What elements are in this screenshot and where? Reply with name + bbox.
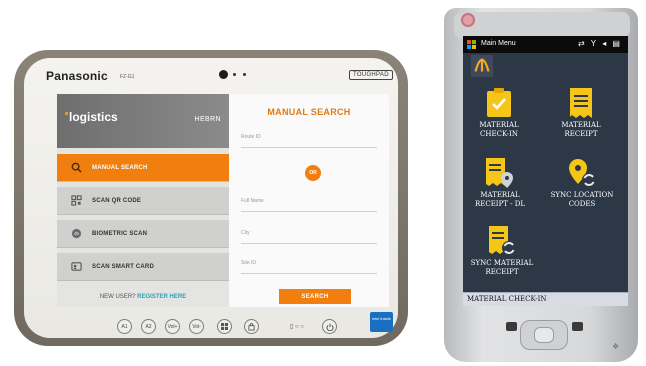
tile-label-line: CHECK-IN bbox=[480, 130, 518, 138]
rotation-lock-button[interactable] bbox=[244, 319, 259, 334]
register-link[interactable]: REGISTER HERE bbox=[137, 294, 186, 300]
selected-item-bar: MATERIAL CHECK-IN bbox=[463, 292, 628, 306]
full-name-field[interactable]: Full Name bbox=[241, 198, 377, 212]
manual-search-label: MANUAL SEARCH bbox=[92, 164, 148, 171]
tile-label-line: RECEIPT bbox=[485, 268, 519, 276]
tile-label-line: SYNC MATERIAL bbox=[470, 259, 534, 267]
biometric-scan-button[interactable]: BIOMETRIC SCAN bbox=[57, 220, 229, 248]
search-button[interactable]: SEARCH bbox=[279, 289, 351, 304]
a1-hardware-button[interactable]: A1 bbox=[117, 319, 132, 334]
scan-smart-card-button[interactable]: SCAN SMART CARD bbox=[57, 253, 229, 281]
tablet-model: FZ-G1 bbox=[120, 74, 135, 80]
or-separator: OR bbox=[305, 165, 321, 181]
intel-sticker: intel inside bbox=[370, 312, 393, 332]
qr-code-icon bbox=[70, 195, 82, 207]
rotation-lock-icon bbox=[248, 322, 255, 330]
volume-down-button[interactable]: Vol- bbox=[189, 319, 204, 334]
tablet-screen: logistics HEBRN MANUAL SEARCH SCAN QR CO… bbox=[57, 94, 389, 307]
new-user-prompt: NEW USER? REGISTER HERE bbox=[57, 294, 229, 300]
stage: Panasonic FZ-G1 TOUGHPAD logistics HEBRN… bbox=[0, 0, 646, 366]
main-menu-title: Main Menu bbox=[481, 40, 516, 47]
sync-receipt-icon bbox=[489, 226, 516, 255]
selected-item-label: MATERIAL CHECK-IN bbox=[467, 295, 547, 303]
smart-card-icon bbox=[70, 261, 82, 273]
new-user-text: NEW USER? bbox=[99, 294, 136, 300]
route-id-placeholder: Route ID bbox=[241, 134, 261, 140]
power-button[interactable] bbox=[322, 319, 337, 334]
status-icons: ⇄ Y ◂ ▤ bbox=[578, 39, 622, 48]
brand-logo-icon bbox=[471, 55, 493, 77]
camera-icon bbox=[219, 70, 228, 79]
site-id-field[interactable]: Site ID bbox=[241, 260, 377, 274]
language-toggle[interactable]: HEBRN bbox=[194, 116, 221, 123]
material-receipt-tile[interactable]: MATERIAL RECEIPT bbox=[551, 88, 611, 139]
login-options-pane: logistics HEBRN MANUAL SEARCH SCAN QR CO… bbox=[57, 94, 229, 307]
app-logo: logistics bbox=[65, 110, 118, 124]
tile-label-line: MATERIAL bbox=[561, 121, 601, 129]
windows-start-icon[interactable] bbox=[467, 40, 476, 49]
material-receipt-dl-tile[interactable]: MATERIAL RECEIPT - DL bbox=[467, 158, 533, 209]
brand-strip bbox=[463, 53, 628, 81]
windows-button[interactable] bbox=[217, 319, 232, 334]
city-placeholder: City bbox=[241, 230, 250, 236]
sync-material-receipt-tile[interactable]: SYNC MATERIAL RECEIPT bbox=[465, 226, 539, 277]
right-soft-key[interactable] bbox=[572, 322, 583, 331]
fingerprint-icon bbox=[70, 228, 82, 240]
sync-location-codes-tile[interactable]: SYNC LOCATION CODES bbox=[539, 158, 625, 209]
site-id-placeholder: Site ID bbox=[241, 260, 257, 266]
tile-label-line: SYNC LOCATION bbox=[550, 191, 614, 199]
full-name-placeholder: Full Name bbox=[241, 198, 264, 204]
tile-label-line: MATERIAL bbox=[480, 191, 520, 199]
scan-qr-code-button[interactable]: SCAN QR CODE bbox=[57, 187, 229, 215]
material-check-in-tile[interactable]: MATERIAL CHECK-IN bbox=[469, 88, 529, 139]
windows-flag-icon: ❖ bbox=[612, 342, 620, 351]
receipt-location-icon bbox=[486, 158, 513, 188]
a2-hardware-button[interactable]: A2 bbox=[141, 319, 156, 334]
toughpad-badge: TOUGHPAD bbox=[349, 70, 393, 80]
tablet-brand: Panasonic bbox=[46, 69, 108, 83]
biometric-scan-label: BIOMETRIC SCAN bbox=[92, 230, 148, 237]
clipboard-check-icon bbox=[487, 88, 511, 117]
power-button[interactable] bbox=[461, 13, 475, 27]
nav-center-button[interactable] bbox=[534, 327, 554, 343]
tile-label-line: CODES bbox=[568, 200, 596, 208]
status-leds: ▯ ○ ○ bbox=[290, 324, 304, 330]
sensor-icon bbox=[243, 73, 246, 76]
power-icon bbox=[326, 323, 333, 331]
volume-up-button[interactable]: Vol+ bbox=[165, 319, 180, 334]
logo-mark bbox=[65, 112, 68, 115]
windows-icon bbox=[221, 323, 228, 330]
sensor-icon bbox=[233, 73, 236, 76]
status-bar: Main Menu ⇄ Y ◂ ▤ bbox=[463, 36, 628, 53]
manual-search-form: MANUAL SEARCH Route ID OR Full Name City… bbox=[229, 94, 389, 307]
route-id-field[interactable]: Route ID bbox=[241, 134, 377, 148]
left-soft-key[interactable] bbox=[506, 322, 517, 331]
city-field[interactable]: City bbox=[241, 230, 377, 244]
sync-location-icon bbox=[569, 159, 596, 187]
scan-qr-code-label: SCAN QR CODE bbox=[92, 197, 142, 204]
app-header: logistics HEBRN bbox=[57, 94, 229, 148]
scan-smart-card-label: SCAN SMART CARD bbox=[92, 263, 154, 270]
manual-search-title: MANUAL SEARCH bbox=[267, 107, 351, 117]
app-logo-text: logistics bbox=[69, 110, 118, 124]
search-icon bbox=[70, 162, 82, 174]
tile-label-line: RECEIPT - DL bbox=[474, 200, 526, 208]
tile-label-line: RECEIPT bbox=[564, 130, 598, 138]
handheld-top-bezel bbox=[454, 12, 630, 38]
receipt-icon bbox=[570, 88, 592, 118]
handheld-screen: Main Menu ⇄ Y ◂ ▤ MATERIAL CHECK-IN MATE… bbox=[463, 36, 628, 306]
manual-search-button[interactable]: MANUAL SEARCH bbox=[57, 154, 229, 182]
tile-label-line: MATERIAL bbox=[479, 121, 519, 129]
